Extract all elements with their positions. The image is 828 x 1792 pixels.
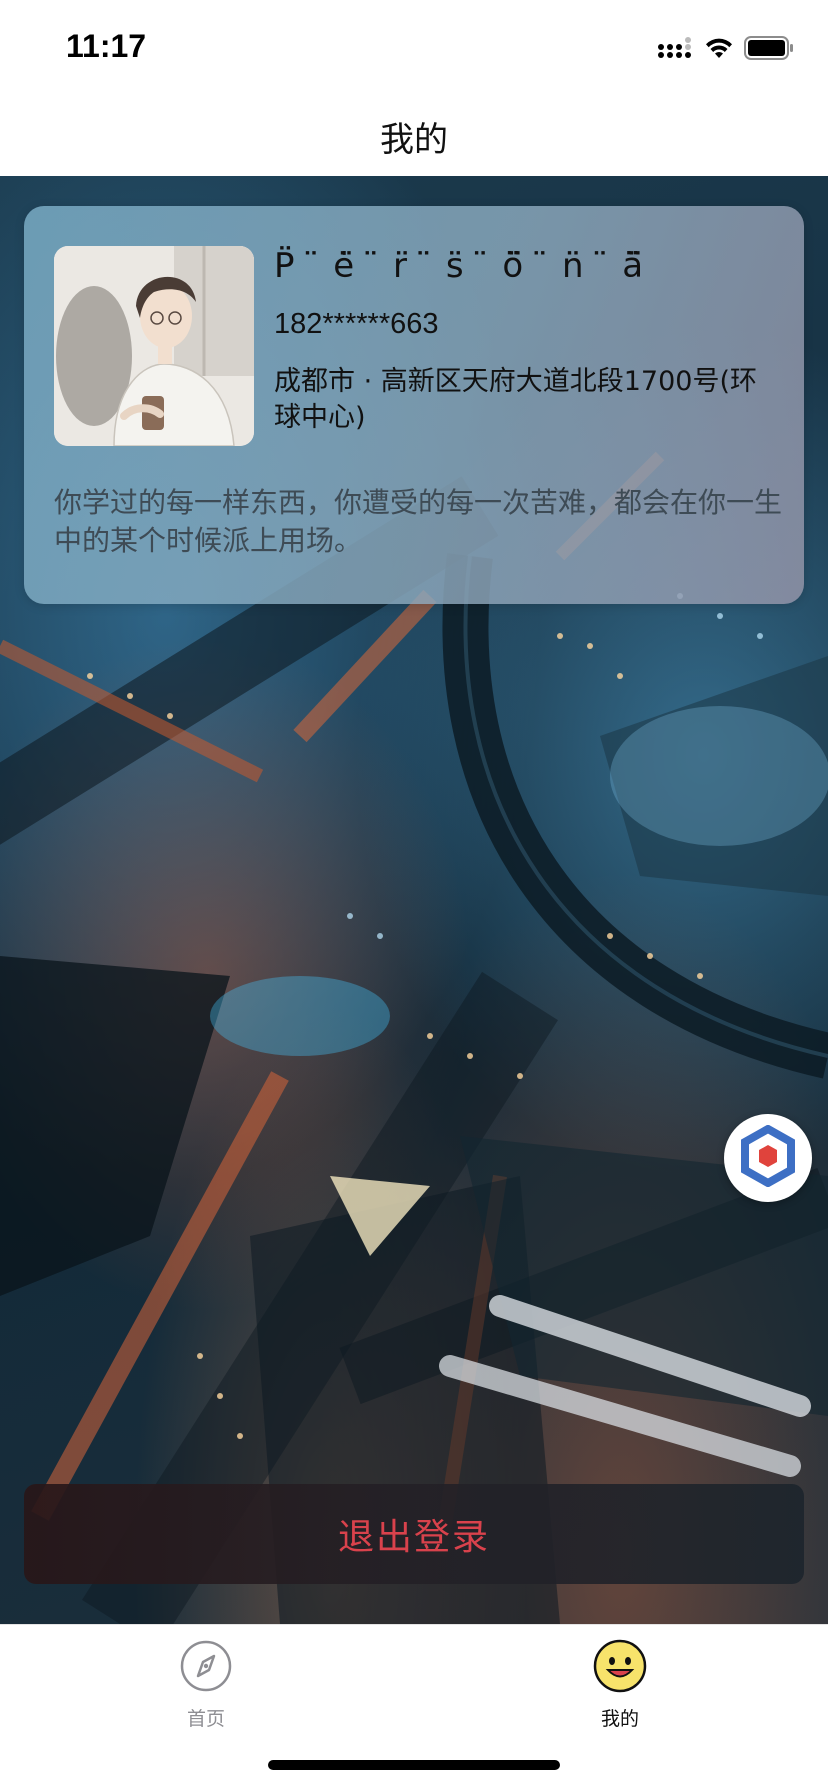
profile-quote: 你学过的每一样东西，你遭受的每一次苦难，都会在你一生中的某个时候派上用场。: [54, 486, 783, 557]
avatar[interactable]: [54, 246, 254, 446]
status-bar: 11:17: [0, 0, 828, 96]
app-screen: 11:17 我的 P̈ ̈ė̈ ̈r̈ ̈s̈ ̈ö̈ ̈n̈ ̈ä̈ 182*…: [0, 0, 828, 1792]
profile-address: 成都市 · 高新区天府大道北段1700号(环球中心): [274, 366, 757, 433]
page-title: 我的: [380, 119, 448, 160]
profile-card: P̈ ̈ė̈ ̈r̈ ̈s̈ ̈ö̈ ̈n̈ ̈ä̈ 182******663 …: [24, 206, 804, 604]
status-time: 11:17: [66, 28, 147, 64]
tab-home-label: 首页: [186, 1708, 225, 1730]
status-icons: [658, 35, 794, 65]
logout-label: 退出登录: [337, 1517, 490, 1558]
profile-phone: 182******663: [274, 308, 439, 340]
avatar-illustration: [54, 246, 254, 446]
tab-mine-label: 我的: [600, 1708, 639, 1730]
logout-button[interactable]: 退出登录: [24, 1484, 804, 1584]
tab-home[interactable]: 首页: [146, 1639, 266, 1739]
navigation-bar: 我的: [0, 96, 828, 176]
home-indicator: [268, 1760, 560, 1770]
profile-name: P̈ ̈ė̈ ̈r̈ ̈s̈ ̈ö̈ ̈n̈ ̈ä̈: [274, 246, 658, 286]
battery-icon: [744, 35, 794, 65]
wifi-icon: [704, 37, 734, 64]
compass-icon: [179, 1639, 233, 1698]
cellular-signal-icon: [658, 36, 694, 64]
floating-widget-button[interactable]: [724, 1114, 812, 1202]
tab-mine[interactable]: 我的: [560, 1639, 680, 1739]
hexagon-logo-icon: [737, 1123, 799, 1192]
smiley-face-icon: [593, 1639, 647, 1698]
